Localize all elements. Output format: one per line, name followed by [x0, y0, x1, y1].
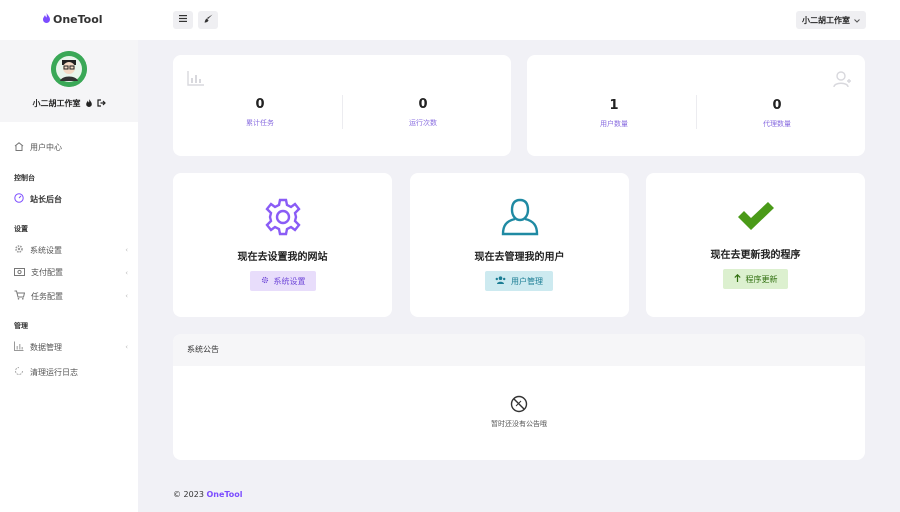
dashboard-gauge-icon: [14, 193, 24, 205]
gear-icon: [264, 198, 302, 239]
stat-value: 0: [772, 98, 782, 113]
stat-total-tasks: 0 累计任务: [200, 97, 320, 128]
theme-brush-button[interactable]: [198, 11, 218, 29]
sidebar-item-label: 数据管理: [30, 342, 62, 352]
logout-icon[interactable]: [96, 98, 106, 109]
avatar[interactable]: [51, 51, 87, 87]
stat-label: 用户数量: [600, 120, 628, 128]
gear-icon: [14, 244, 24, 256]
feature-title: 现在去管理我的用户: [474, 252, 565, 263]
notice-title: 系统公告: [173, 334, 865, 366]
program-update-button[interactable]: 程序更新: [723, 269, 788, 289]
home-icon: [14, 142, 24, 153]
system-settings-button[interactable]: 系统设置: [250, 271, 316, 291]
app-logo[interactable]: OneTool: [43, 13, 103, 26]
button-label: 用户管理: [511, 276, 543, 286]
profile-name: 小二胡工作室: [32, 99, 81, 108]
add-user-icon: [833, 70, 851, 91]
button-label: 程序更新: [745, 274, 778, 284]
cart-icon: [14, 290, 26, 302]
app-name: OneTool: [53, 13, 103, 26]
button-label: 系统设置: [273, 276, 306, 286]
bar-chart-icon: [187, 70, 205, 89]
flame-logo-icon: [43, 13, 50, 26]
flame-icon[interactable]: [85, 98, 92, 109]
user-menu-dropdown[interactable]: 小二胡工作室: [796, 11, 866, 29]
stat-value: 0: [418, 97, 428, 112]
footer-copyright: © 2023: [173, 490, 204, 499]
user-icon: [500, 197, 540, 240]
feature-card-user-manage: 现在去管理我的用户 用户管理: [410, 173, 629, 317]
brush-icon: [204, 14, 213, 26]
stat-run-count: 0 运行次数: [363, 97, 483, 128]
footer-brand-link[interactable]: OneTool: [206, 490, 242, 499]
stat-agent-count: 0 代理数量: [717, 98, 837, 129]
sidebar-item-system-settings[interactable]: 系统设置 ‹: [14, 244, 128, 256]
users-icon: [495, 276, 506, 286]
divider: [342, 95, 343, 129]
stats-card-tasks: 0 累计任务 0 运行次数: [173, 55, 511, 156]
bar-chart-icon: [14, 341, 24, 353]
sidebar-section-console: 控制台: [14, 174, 35, 182]
chevron-left-icon: ‹: [125, 246, 128, 254]
profile-panel: 小二胡工作室: [0, 40, 138, 122]
sidebar-item-admin[interactable]: 站长后台: [14, 193, 128, 205]
sidebar-item-clear-logs[interactable]: 清理运行日志: [14, 366, 128, 378]
feature-title: 现在去设置我的网站: [237, 252, 328, 263]
footer: © 2023 OneTool: [173, 490, 243, 499]
stat-label: 运行次数: [409, 119, 437, 127]
user-menu-label: 小二胡工作室: [802, 15, 850, 25]
sidebar-item-label: 站长后台: [30, 194, 62, 204]
chevron-down-icon: [854, 16, 860, 25]
chevron-left-icon: ‹: [125, 343, 128, 351]
stat-label: 累计任务: [246, 119, 274, 127]
sidebar-item-task-config[interactable]: 任务配置 ‹: [14, 290, 128, 302]
chevron-left-icon: ‹: [125, 292, 128, 300]
stat-value: 0: [255, 97, 265, 112]
menu-toggle-button[interactable]: [173, 11, 193, 29]
checkmark-icon: [736, 202, 776, 235]
top-bar: OneTool 小二胡工作室: [0, 0, 900, 40]
stat-label: 代理数量: [763, 120, 791, 128]
sidebar-item-user-center[interactable]: 用户中心: [14, 142, 128, 153]
notice-card: 系统公告 暂时还没有公告哦: [173, 334, 865, 460]
notice-empty-text: 暂时还没有公告哦: [491, 420, 547, 428]
stat-value: 1: [609, 98, 619, 113]
divider: [696, 95, 697, 129]
sidebar-item-label: 用户中心: [30, 143, 62, 152]
user-manage-button[interactable]: 用户管理: [485, 271, 553, 291]
sidebar-section-settings: 设置: [14, 225, 28, 233]
refresh-icon: [14, 366, 24, 378]
feature-card-site-settings: 现在去设置我的网站 系统设置: [173, 173, 392, 317]
sidebar-section-manage: 管理: [14, 322, 28, 330]
no-entry-icon: [510, 395, 528, 416]
stat-user-count: 1 用户数量: [554, 98, 674, 129]
arrow-up-icon: [733, 273, 741, 284]
feature-title: 现在去更新我的程序: [710, 250, 801, 261]
sidebar-item-label: 支付配置: [31, 268, 63, 277]
chevron-left-icon: ‹: [125, 268, 128, 277]
sidebar: 小二胡工作室 用户中心 控制台 站长后台 设置 系统设置 ‹ 支付配置 ‹ 任务…: [0, 40, 138, 512]
sidebar-item-label: 任务配置: [31, 291, 63, 301]
sidebar-item-label: 清理运行日志: [30, 367, 78, 377]
stats-card-users: 1 用户数量 0 代理数量: [527, 55, 865, 156]
gear-icon: [261, 276, 269, 286]
profile-row: 小二胡工作室: [0, 98, 138, 109]
feature-card-update: 现在去更新我的程序 程序更新: [646, 173, 865, 317]
sidebar-item-data-manage[interactable]: 数据管理 ‹: [14, 341, 128, 353]
sidebar-item-payment-config[interactable]: 支付配置 ‹: [14, 267, 128, 278]
hamburger-icon: [179, 15, 187, 25]
money-icon: [14, 267, 25, 278]
sidebar-item-label: 系统设置: [30, 245, 62, 255]
